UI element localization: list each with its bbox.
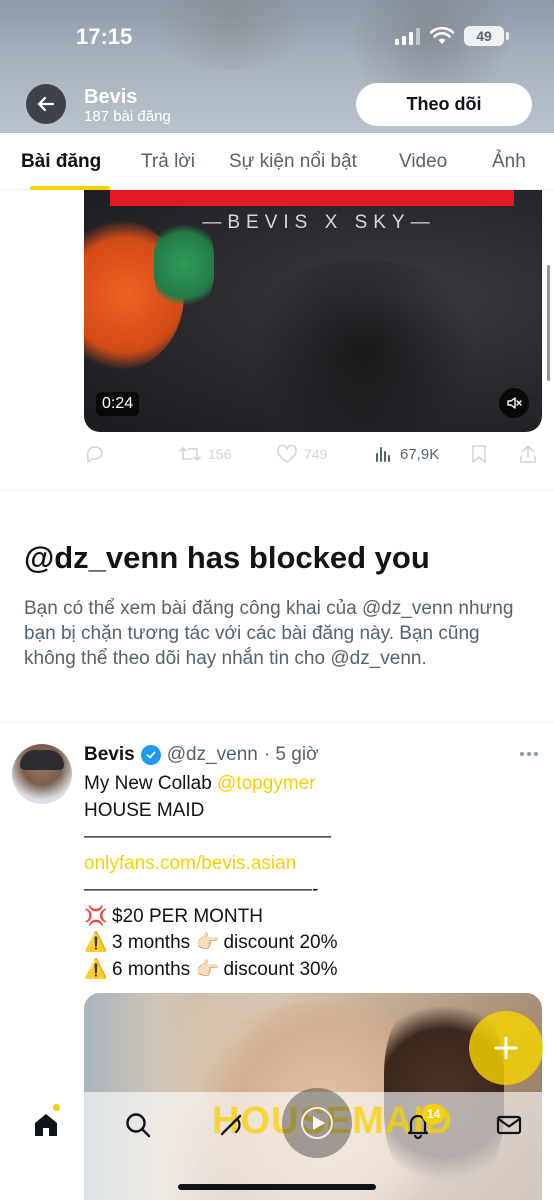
nav-search[interactable] <box>121 1108 155 1142</box>
more-options-icon[interactable] <box>520 752 538 756</box>
retweet-icon <box>179 447 201 461</box>
video-duration: 0:24 <box>96 392 140 416</box>
home-indicator[interactable] <box>178 1184 376 1190</box>
post-count: 187 bài đăng <box>84 108 171 125</box>
compose-post-button[interactable] <box>469 1011 543 1085</box>
home-icon <box>35 1114 57 1136</box>
like-button[interactable]: 749 <box>276 440 327 468</box>
retweet-count: 156 <box>208 446 232 462</box>
search-icon <box>126 1113 151 1138</box>
blocked-description: Bạn có thể xem bài đăng công khai của @d… <box>24 598 514 669</box>
play-button[interactable] <box>282 1088 352 1158</box>
post-line: 💢 $20 PER MONTH <box>84 904 524 931</box>
offer-duration: 3 months <box>112 932 191 953</box>
analytics-icon <box>376 447 390 462</box>
bookmark-button[interactable] <box>470 440 488 468</box>
profile-tabs: Bài đăng Trả lời Sự kiện nổi bật Video Ả… <box>0 133 554 190</box>
mention-link[interactable]: @topgymer <box>217 773 316 794</box>
back-button[interactable] <box>26 84 66 124</box>
status-time: 17:15 <box>76 24 133 49</box>
envelope-icon <box>496 1115 522 1135</box>
warning-emoji: ⚠️ <box>84 932 108 953</box>
nav-messages[interactable] <box>492 1108 526 1142</box>
post-author-name[interactable]: Bevis <box>84 744 135 766</box>
tab-video[interactable]: Video <box>399 133 447 190</box>
nav-home[interactable] <box>29 1108 63 1142</box>
post-text-segment: My New Collab <box>84 773 218 794</box>
tab-posts[interactable]: Bài đăng <box>21 133 101 190</box>
post-separator: ————————————— <box>84 826 331 847</box>
share-icon <box>520 445 536 463</box>
battery-indicator: 49 <box>464 26 509 46</box>
price-text: $20 PER MONTH <box>112 905 263 927</box>
offer-discount: discount 20% <box>223 932 338 953</box>
speaker-muted-icon <box>507 397 522 409</box>
post-actions: 156 749 67,9K <box>84 440 542 468</box>
share-button[interactable] <box>518 440 538 468</box>
view-count: 67,9K <box>400 445 440 463</box>
header-banner-shape <box>140 0 320 70</box>
scrollbar[interactable] <box>547 265 550 381</box>
avatar[interactable] <box>12 744 72 804</box>
external-link[interactable]: onlyfans.com/bevis.asian <box>84 853 296 874</box>
profile-name: Bevis <box>84 86 138 108</box>
video-frame-shape <box>234 260 494 432</box>
like-count: 749 <box>304 446 328 462</box>
arrow-left-icon <box>37 96 55 112</box>
blocked-title: @dz_venn has blocked you <box>24 540 430 575</box>
post-line: HOUSE MAID <box>84 799 205 821</box>
video-frame-shape <box>110 190 514 206</box>
warning-emoji: ⚠️ <box>84 958 108 980</box>
notification-badge: 14 <box>422 1104 446 1124</box>
post-line: ⚠️ 6 months 👉🏻 discount 30% <box>84 957 524 984</box>
post-line: My New Collab @topgymer <box>84 771 524 798</box>
post-timestamp: · 5 giờ <box>263 744 319 765</box>
post-header: Bevis @dz_venn · 5 giờ <box>84 744 319 766</box>
nav-grok[interactable] <box>214 1108 248 1142</box>
video-player[interactable]: —BEVIS X SKY— 0:24 <box>84 190 542 432</box>
follow-button[interactable]: Theo dõi <box>356 83 532 126</box>
pointing-emoji: 👉🏻 <box>195 932 220 953</box>
home-unread-dot <box>53 1104 60 1111</box>
tab-replies[interactable]: Trả lời <box>141 133 195 190</box>
wifi-icon <box>430 27 454 44</box>
views-button[interactable]: 67,9K <box>374 440 439 468</box>
plus-icon <box>494 1036 518 1060</box>
offer-duration: 6 months <box>112 958 191 980</box>
divider <box>0 490 554 491</box>
heart-icon <box>277 444 297 463</box>
play-icon <box>301 1107 333 1139</box>
verified-badge-icon <box>140 745 161 765</box>
post-author-handle[interactable]: @dz_venn <box>167 744 258 766</box>
retweet-button[interactable]: 156 <box>178 440 231 468</box>
status-icons: 49 <box>395 26 509 46</box>
post-separator: ————————————- <box>84 879 319 900</box>
signal-icon <box>395 27 420 45</box>
anger-emoji: 💢 <box>84 905 108 927</box>
video-overlay-title: —BEVIS X SKY— <box>202 212 436 233</box>
offer-discount: discount 30% <box>223 958 338 980</box>
avatar-shape <box>20 750 64 770</box>
pointing-emoji: 👉🏻 <box>195 958 220 980</box>
divider <box>0 722 554 723</box>
tab-highlights[interactable]: Sự kiện nổi bật <box>229 133 357 190</box>
reply-button[interactable] <box>84 440 106 468</box>
grok-icon <box>220 1114 242 1136</box>
post-line: onlyfans.com/bevis.asian <box>84 851 524 878</box>
reply-icon <box>86 446 103 463</box>
bookmark-icon <box>472 445 486 463</box>
post-line: ⚠️ 3 months 👉🏻 discount 20% <box>84 930 524 957</box>
tab-photos[interactable]: Ảnh <box>492 133 526 190</box>
mute-button[interactable] <box>499 388 529 418</box>
post-text: My New Collab @topgymer HOUSE MAID —————… <box>84 771 524 983</box>
